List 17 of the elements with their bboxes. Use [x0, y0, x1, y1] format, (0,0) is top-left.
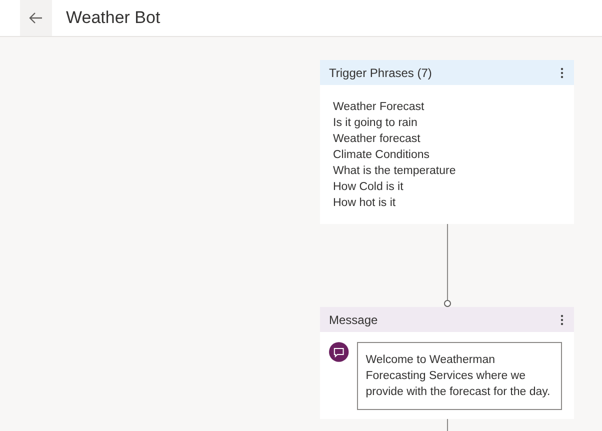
trigger-phrase: What is the temperature — [333, 164, 457, 179]
trigger-phrase: Climate Conditions — [333, 148, 431, 163]
back-arrow-icon — [29, 12, 43, 24]
connector-node — [444, 300, 450, 307]
message-field[interactable]: Welcome to Weatherman Forecasting Services where we provide with the forecast for the day. — [356, 342, 562, 410]
trigger-phrase: How hot is it — [333, 196, 397, 211]
trigger-phrase: Weather forecast — [333, 132, 422, 147]
trigger-phrase: Is it going to rain — [333, 116, 418, 131]
trigger-phrase: How Cold is it — [333, 180, 404, 195]
more-icon[interactable] — [560, 314, 564, 326]
chat-icon — [329, 342, 349, 362]
card-title: Message — [329, 312, 378, 326]
trigger-phrase: Weather Forecast — [333, 100, 426, 115]
back-button[interactable] — [20, 0, 52, 36]
more-icon[interactable] — [560, 66, 564, 78]
card-title: Trigger Phrases (7) — [329, 66, 432, 80]
page-title: Weather Bot — [66, 8, 160, 28]
